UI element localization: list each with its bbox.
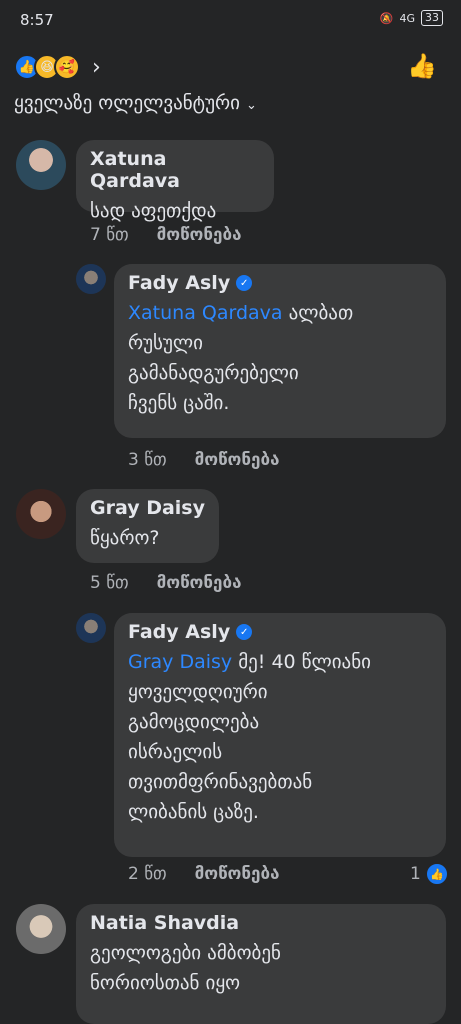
like-post-icon[interactable]: 👍 [407,52,437,80]
battery-icon: 33 [421,10,443,26]
comment-time: 5 წთ [90,573,129,593]
chevron-down-icon: ⌄ [245,98,257,113]
verified-badge-icon: ✓ [236,624,253,640]
reactions-summary[interactable]: 👍 😆 🥰 › [14,52,101,82]
commenter-name[interactable]: Gray Daisy [90,497,205,519]
avatar[interactable] [16,904,66,954]
like-button[interactable]: მოწონება [157,225,242,245]
comment-meta: 7 წთ მოწონება [90,225,241,245]
commenter-name[interactable]: Fady Asly ✓ [128,272,432,294]
comment-sort-dropdown[interactable]: ყველაზე ოლელვანტური ⌄ [14,92,257,114]
comment-text: სად აფეთქდა [90,200,217,222]
commenter-name[interactable]: Xatuna Qardava [90,148,260,192]
like-button[interactable]: მოწონება [157,573,242,593]
reply-bubble: Fady Asly ✓ Xatuna Qardava ალბათ რუსული გ… [114,264,446,438]
comment-text: წყარო? [90,527,160,549]
chevron-right-icon: › [92,54,101,80]
status-time: 8:57 [20,11,54,29]
care-reaction-icon: 🥰 [54,54,80,80]
like-button[interactable]: მოწონება [195,450,280,470]
comment-time: 7 წთ [90,225,129,245]
mute-icon: 🔕 [379,11,394,25]
mention-link[interactable]: Gray Daisy [128,651,232,673]
signal-icon: 4G [399,11,415,25]
like-button[interactable]: მოწონება [195,864,280,884]
commenter-name[interactable]: Fady Asly ✓ [128,621,432,643]
comment-bubble: Gray Daisy წყარო? [76,489,219,563]
avatar[interactable] [76,264,106,294]
reply-text: Gray Daisy მე! 40 წლიანი ყოველდღიური გამ… [128,651,371,823]
reaction-count[interactable]: 1 👍 [410,862,449,886]
comment-text: გეოლოგები ამბობენ ნორიოსთან იყო [90,942,281,994]
comment-time: 3 წთ [128,450,167,470]
comment-bubble: Xatuna Qardava სად აფეთქდა [76,140,274,222]
reply-bubble: Fady Asly ✓ Gray Daisy მე! 40 წლიანი ყოვე… [114,613,446,857]
sort-label: ყველაზე ოლელვანტური [14,92,240,114]
avatar[interactable] [16,140,66,190]
avatar[interactable] [76,613,106,643]
commenter-name[interactable]: Natia Shavdia [90,912,432,934]
reply-text: Xatuna Qardava ალბათ რუსული გამანადგურებ… [128,302,354,414]
status-bar: 8:57 🔕 4G 33 [0,0,461,40]
like-reaction-icon: 👍 [424,862,449,886]
reply-meta: 2 წთ მოწონება [128,864,279,884]
comment-time: 2 წთ [128,864,167,884]
status-icons: 🔕 4G 33 [380,10,443,26]
comment-meta: 5 წთ მოწონება [90,573,241,593]
avatar[interactable] [16,489,66,539]
reply-meta: 3 წთ მოწონება [128,450,279,470]
verified-badge-icon: ✓ [236,275,253,291]
comment-bubble: Natia Shavdia გეოლოგები ამბობენ ნორიოსთა… [76,904,446,1024]
mention-link[interactable]: Xatuna Qardava [128,302,283,324]
